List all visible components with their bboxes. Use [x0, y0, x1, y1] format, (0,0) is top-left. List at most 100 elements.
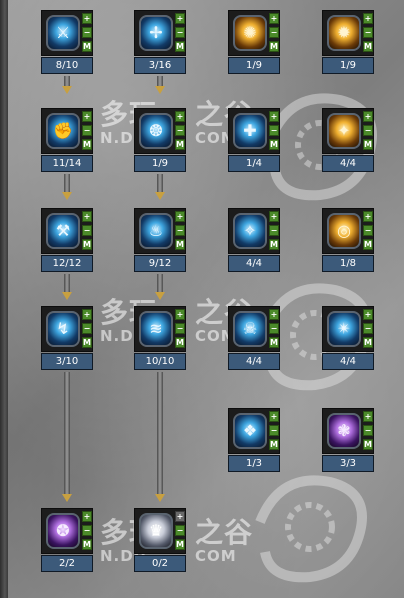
shield-orb-icon[interactable]: ❂	[139, 113, 173, 149]
skill-slot[interactable]: ♨ + − M 9/12	[134, 208, 186, 272]
flame-burst-icon[interactable]: ✹	[327, 15, 361, 51]
skill-plus-button[interactable]: +	[82, 111, 92, 122]
vortex-icon[interactable]: ✪	[46, 513, 80, 549]
skull-icon[interactable]: ☠	[233, 311, 267, 347]
skill-plus-button[interactable]: +	[269, 211, 279, 222]
skill-plus-button[interactable]: +	[175, 309, 185, 320]
skill-max-button[interactable]: M	[363, 41, 373, 52]
skill-max-button[interactable]: M	[175, 41, 185, 52]
skill-max-button[interactable]: M	[269, 439, 279, 450]
skill-minus-button[interactable]: −	[82, 125, 92, 136]
skill-slot[interactable]: ✺ + − M 1/9	[228, 10, 280, 74]
skill-max-button[interactable]: M	[175, 239, 185, 250]
skill-max-button[interactable]: M	[269, 41, 279, 52]
bear-icon[interactable]: ❖	[233, 413, 267, 449]
skill-minus-button[interactable]: −	[269, 323, 279, 334]
skill-slot[interactable]: ◎ + − M 1/8	[322, 208, 374, 272]
skill-slot[interactable]: ✚ + − M 1/4	[228, 108, 280, 172]
skill-minus-button[interactable]: −	[363, 225, 373, 236]
skill-plus-button[interactable]: +	[82, 211, 92, 222]
skill-slot[interactable]: ❂ + − M 1/9	[134, 108, 186, 172]
skill-minus-button[interactable]: −	[175, 27, 185, 38]
skill-max-button[interactable]: M	[82, 539, 92, 550]
skill-slot[interactable]: ✧ + − M 4/4	[228, 208, 280, 272]
skill-max-button[interactable]: M	[269, 239, 279, 250]
crown-spikes-icon[interactable]: ♛	[139, 513, 173, 549]
skill-max-button[interactable]: M	[269, 337, 279, 348]
burst-icon[interactable]: ✴	[327, 311, 361, 347]
skill-plus-button[interactable]: +	[175, 211, 185, 222]
skill-plus-button[interactable]: +	[82, 511, 92, 522]
skill-plus-button[interactable]: +	[82, 13, 92, 24]
skill-slot[interactable]: ⚒ + − M 12/12	[41, 208, 93, 272]
skill-max-button[interactable]: M	[363, 239, 373, 250]
skill-plus-button[interactable]: +	[175, 511, 185, 522]
skill-slot[interactable]: ↯ + − M 3/10	[41, 306, 93, 370]
sun-icon[interactable]: ✺	[233, 15, 267, 51]
skill-slot[interactable]: ✪ + − M 2/2	[41, 508, 93, 572]
skill-minus-button[interactable]: −	[82, 27, 92, 38]
skill-minus-button[interactable]: −	[363, 323, 373, 334]
lightning-icon[interactable]: ↯	[46, 311, 80, 347]
skill-max-button[interactable]: M	[175, 139, 185, 150]
skill-minus-button[interactable]: −	[82, 225, 92, 236]
skill-slot[interactable]: ⚔ + − M 8/10	[41, 10, 93, 74]
skill-plus-button[interactable]: +	[269, 411, 279, 422]
skill-minus-button[interactable]: −	[269, 425, 279, 436]
armor-icon[interactable]: ✚	[233, 113, 267, 149]
skill-max-button[interactable]: M	[363, 439, 373, 450]
skill-minus-button[interactable]: −	[82, 525, 92, 536]
skill-slot[interactable]: ≋ + − M 10/10	[134, 306, 186, 370]
roar-icon[interactable]: ❃	[327, 413, 361, 449]
skill-plus-button[interactable]: +	[175, 13, 185, 24]
spirit-icon[interactable]: ✧	[233, 213, 267, 249]
skill-plus-button[interactable]: +	[363, 411, 373, 422]
skill-max-button[interactable]: M	[363, 337, 373, 348]
skill-max-button[interactable]: M	[175, 337, 185, 348]
skill-minus-button[interactable]: −	[363, 425, 373, 436]
axe-icon[interactable]: ✢	[139, 15, 173, 51]
skill-max-button[interactable]: M	[363, 139, 373, 150]
skill-slot[interactable]: ✹ + − M 1/9	[322, 10, 374, 74]
skill-plus-button[interactable]: +	[363, 211, 373, 222]
skill-minus-button[interactable]: −	[175, 125, 185, 136]
skill-max-button[interactable]: M	[269, 139, 279, 150]
skill-minus-button[interactable]: −	[269, 125, 279, 136]
skill-max-button[interactable]: M	[82, 337, 92, 348]
skill-minus-button[interactable]: −	[175, 225, 185, 236]
fire-icon[interactable]: ✦	[327, 113, 361, 149]
golden-ring-icon[interactable]: ◎	[327, 213, 361, 249]
skill-minus-button[interactable]: −	[175, 525, 185, 536]
skill-slot[interactable]: ☠ + − M 4/4	[228, 306, 280, 370]
skill-minus-button[interactable]: −	[269, 27, 279, 38]
skill-minus-button[interactable]: −	[269, 225, 279, 236]
wave-strike-icon[interactable]: ≋	[139, 311, 173, 347]
skill-slot[interactable]: ✊ + − M 11/14	[41, 108, 93, 172]
skill-slot[interactable]: ✦ + − M 4/4	[322, 108, 374, 172]
skill-plus-button[interactable]: +	[175, 111, 185, 122]
skill-max-button[interactable]: M	[82, 239, 92, 250]
skill-minus-button[interactable]: −	[363, 27, 373, 38]
skill-plus-button[interactable]: +	[82, 309, 92, 320]
skill-plus-button[interactable]: +	[363, 111, 373, 122]
skill-slot[interactable]: ✴ + − M 4/4	[322, 306, 374, 370]
skill-max-button[interactable]: M	[82, 139, 92, 150]
skill-plus-button[interactable]: +	[269, 309, 279, 320]
skill-minus-button[interactable]: −	[82, 323, 92, 334]
skill-slot[interactable]: ♛ + − M 0/2	[134, 508, 186, 572]
skill-plus-button[interactable]: +	[269, 111, 279, 122]
hammer-icon[interactable]: ⚒	[46, 213, 80, 249]
skill-minus-button[interactable]: −	[363, 125, 373, 136]
skill-minus-button[interactable]: −	[175, 323, 185, 334]
skill-slot[interactable]: ❃ + − M 3/3	[322, 408, 374, 472]
skill-slot[interactable]: ❖ + − M 1/3	[228, 408, 280, 472]
skill-plus-button[interactable]: +	[363, 13, 373, 24]
skill-slot[interactable]: ✢ + − M 3/16	[134, 10, 186, 74]
skill-max-button[interactable]: M	[82, 41, 92, 52]
skill-plus-button[interactable]: +	[363, 309, 373, 320]
fist-icon[interactable]: ✊	[46, 113, 80, 149]
skill-plus-button[interactable]: +	[269, 13, 279, 24]
blue-flame-icon[interactable]: ♨	[139, 213, 173, 249]
sword-slash-icon[interactable]: ⚔	[46, 15, 80, 51]
skill-max-button[interactable]: M	[175, 539, 185, 550]
